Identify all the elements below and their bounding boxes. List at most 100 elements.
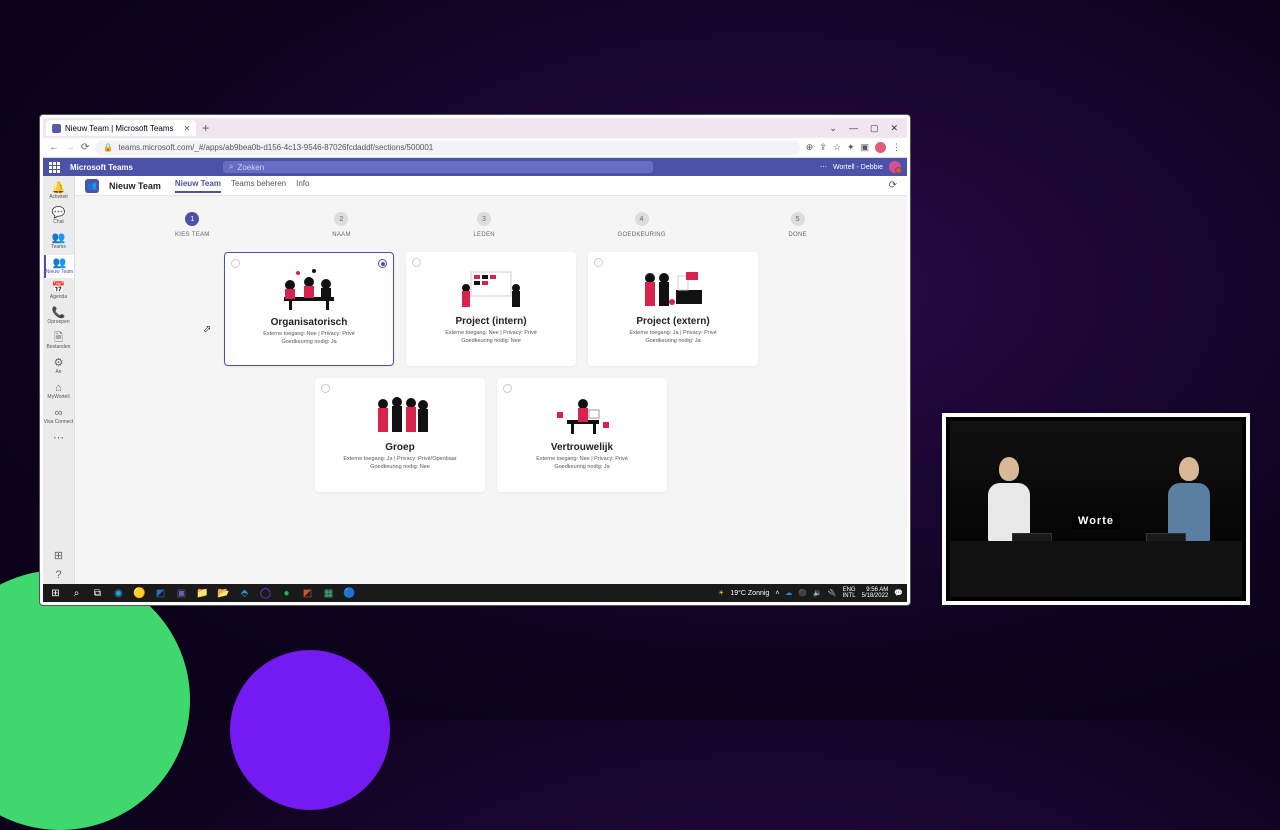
wortell-sign: Worte bbox=[1072, 513, 1120, 529]
taskbar-chrome-2[interactable]: 🔵 bbox=[341, 586, 358, 600]
taskbar-chrome[interactable]: 🟡 bbox=[131, 586, 148, 600]
rail-item-agenda[interactable]: 📅Agenda bbox=[44, 280, 74, 303]
tab-info[interactable]: Info bbox=[296, 179, 309, 193]
rail-item-nieuw-team[interactable]: 👥Nieuw Team bbox=[44, 255, 74, 278]
taskbar-app-1[interactable]: ⬘ bbox=[236, 586, 253, 600]
rail-item-ae[interactable]: ⚙Ae bbox=[44, 355, 74, 378]
tab-teams-beheren[interactable]: Teams beheren bbox=[231, 179, 286, 193]
page-tabs: Nieuw Team Teams beheren Info bbox=[175, 179, 310, 193]
search-placeholder: Zoeken bbox=[237, 163, 264, 172]
taskbar-explorer[interactable]: 📁 bbox=[194, 586, 211, 600]
profile-area[interactable]: ⋯ Wortell - Debbie bbox=[820, 161, 901, 173]
teams-body: 🔔Activiteit 💬Chat 👥Teams 👥Nieuw Team 📅Ag… bbox=[43, 176, 907, 584]
chevron-down-icon[interactable]: ⌄ bbox=[829, 123, 837, 134]
url-input[interactable]: 🔒 teams.microsoft.com/_#/apps/ab9bea0b-d… bbox=[95, 141, 799, 155]
panel-icon[interactable]: ▣ bbox=[860, 142, 869, 153]
extensions-icon[interactable]: ✦ bbox=[847, 142, 855, 153]
maximize-icon[interactable]: ▢ bbox=[870, 123, 879, 134]
rail-item-chat[interactable]: 💬Chat bbox=[44, 205, 74, 228]
new-tab-button[interactable]: + bbox=[202, 121, 209, 135]
step-1[interactable]: 1KIES TEAM bbox=[175, 212, 210, 238]
card-meta: Externe toegang: Ja | Privacy: PrivéGoed… bbox=[629, 330, 716, 345]
weather-icon[interactable]: ☀ bbox=[718, 589, 724, 597]
taskbar-powerpoint[interactable]: ◩ bbox=[299, 586, 316, 600]
taskbar-app-2[interactable]: ◯ bbox=[257, 586, 274, 600]
taskbar-teams[interactable]: ▣ bbox=[173, 586, 190, 600]
card-meta: Externe toegang: Nee | Privacy: PrivéGoe… bbox=[536, 456, 628, 471]
card-organisatorisch[interactable]: Organisatorisch Externe toegang: Nee | P… bbox=[224, 252, 394, 366]
card-vertrouwelijk[interactable]: Vertrouwelijk Externe toegang: Nee | Pri… bbox=[497, 378, 667, 492]
menu-icon[interactable]: ⋮ bbox=[892, 142, 901, 153]
card-project-extern[interactable]: Project (extern) Externe toegang: Ja | P… bbox=[588, 252, 758, 366]
step-3[interactable]: 3LEDEN bbox=[473, 212, 495, 238]
notifications-icon[interactable]: 💬 bbox=[894, 589, 903, 597]
rail-item-more[interactable]: ⋯ bbox=[44, 430, 74, 447]
card-meta: Externe toegang: Nee | Privacy: PrivéGoe… bbox=[263, 331, 355, 346]
star-icon[interactable]: ☆ bbox=[833, 142, 841, 153]
rail-item-activity[interactable]: 🔔Activiteit bbox=[44, 180, 74, 203]
user-label: Wortell - Debbie bbox=[833, 164, 883, 171]
main-content: 👥 Nieuw Team Nieuw Team Teams beheren In… bbox=[75, 176, 907, 584]
tray-network-icon[interactable]: ⚫ bbox=[798, 589, 807, 597]
taskbar-edge[interactable]: ◉ bbox=[110, 586, 127, 600]
browser-tab[interactable]: Nieuw Team | Microsoft Teams ✕ bbox=[46, 120, 196, 136]
close-tab-icon[interactable]: ✕ bbox=[183, 124, 190, 133]
close-window-icon[interactable]: ✕ bbox=[890, 123, 898, 134]
user-avatar-icon[interactable] bbox=[889, 161, 901, 173]
search-icon: ⌕ bbox=[229, 162, 233, 172]
windows-taskbar: ⊞ ⌕ ⧉ ◉ 🟡 ◩ ▣ 📁 📂 ⬘ ◯ ● ◩ ▦ 🔵 ☀ 19°C Zon… bbox=[43, 584, 907, 602]
tray-chevron-icon[interactable]: ˄ bbox=[775, 590, 779, 597]
page-header: 👥 Nieuw Team Nieuw Team Teams beheren In… bbox=[75, 176, 907, 196]
card-groep[interactable]: Groep Externe toegang: Ja | Privacy: Pri… bbox=[315, 378, 485, 492]
clock[interactable]: 9:56 AM 5/18/2022 bbox=[862, 587, 889, 599]
app-launcher-icon[interactable] bbox=[49, 162, 60, 173]
card-title: Project (extern) bbox=[636, 316, 709, 327]
step-4[interactable]: 4GOEDKEURING bbox=[618, 212, 666, 238]
weather-text[interactable]: 19°C Zonnig bbox=[730, 590, 769, 597]
card-title: Organisatorisch bbox=[271, 317, 348, 328]
desk bbox=[950, 541, 1242, 597]
minimize-icon[interactable]: — bbox=[849, 123, 858, 134]
back-icon[interactable]: ← bbox=[49, 142, 59, 153]
card-project-intern[interactable]: Project (intern) Externe toegang: Nee | … bbox=[406, 252, 576, 366]
search-input[interactable]: ⌕ Zoeken bbox=[223, 161, 653, 173]
card-title: Vertrouwelijk bbox=[551, 442, 613, 453]
taskbar-folder[interactable]: 📂 bbox=[215, 586, 232, 600]
card-title: Project (intern) bbox=[455, 316, 526, 327]
reload-icon[interactable]: ⟳ bbox=[81, 142, 89, 153]
profile-avatar-icon[interactable] bbox=[875, 142, 886, 153]
address-bar: ← → ⟳ 🔒 teams.microsoft.com/_#/apps/ab9b… bbox=[43, 138, 907, 158]
search-toggle-icon[interactable]: ⊕ bbox=[806, 142, 814, 153]
start-button[interactable]: ⊞ bbox=[47, 586, 64, 600]
step-2[interactable]: 2NAAM bbox=[332, 212, 351, 238]
refresh-icon[interactable]: ⟳ bbox=[889, 180, 897, 191]
taskview-button[interactable]: ⧉ bbox=[89, 586, 106, 600]
rail-item-apps[interactable]: ⊞ bbox=[44, 548, 74, 565]
language-indicator[interactable]: ENG INTL bbox=[843, 587, 856, 599]
forward-icon[interactable]: → bbox=[65, 142, 75, 153]
step-5[interactable]: 5DONE bbox=[788, 212, 807, 238]
taskbar-spotify[interactable]: ● bbox=[278, 586, 295, 600]
rail-item-mywortell[interactable]: ⌂MyWortell bbox=[44, 380, 74, 403]
taskbar-app-3[interactable]: ▦ bbox=[320, 586, 337, 600]
tab-nieuw-team[interactable]: Nieuw Team bbox=[175, 179, 221, 193]
taskbar-outlook[interactable]: ◩ bbox=[152, 586, 169, 600]
more-icon[interactable]: ⋯ bbox=[820, 163, 827, 171]
window-controls: ⌄ — ▢ ✕ bbox=[829, 123, 904, 134]
tab-title: Nieuw Team | Microsoft Teams bbox=[65, 124, 173, 133]
radio-indicator bbox=[321, 384, 330, 393]
tray-onedrive-icon[interactable]: ☁ bbox=[785, 589, 792, 597]
bg-circle-green bbox=[0, 570, 190, 830]
rail-item-oproepen[interactable]: 📞Oproepen bbox=[44, 305, 74, 328]
tray-battery-icon[interactable]: 🔌 bbox=[828, 589, 837, 597]
rail-item-help[interactable]: ? bbox=[44, 567, 74, 584]
link-icon: ∞ bbox=[55, 408, 63, 419]
rail-item-bestanden[interactable]: 🗎Bestanden bbox=[44, 330, 74, 353]
rail-item-teams[interactable]: 👥Teams bbox=[44, 230, 74, 253]
phone-icon: 📞 bbox=[52, 308, 66, 319]
search-button[interactable]: ⌕ bbox=[68, 586, 85, 600]
rail-item-viva[interactable]: ∞Viva Connect bbox=[44, 405, 74, 428]
share-icon[interactable]: ⇪ bbox=[819, 142, 827, 153]
teams-top-bar: Microsoft Teams ⌕ Zoeken ⋯ Wortell - Deb… bbox=[43, 158, 907, 176]
tray-volume-icon[interactable]: 🔉 bbox=[813, 589, 822, 597]
